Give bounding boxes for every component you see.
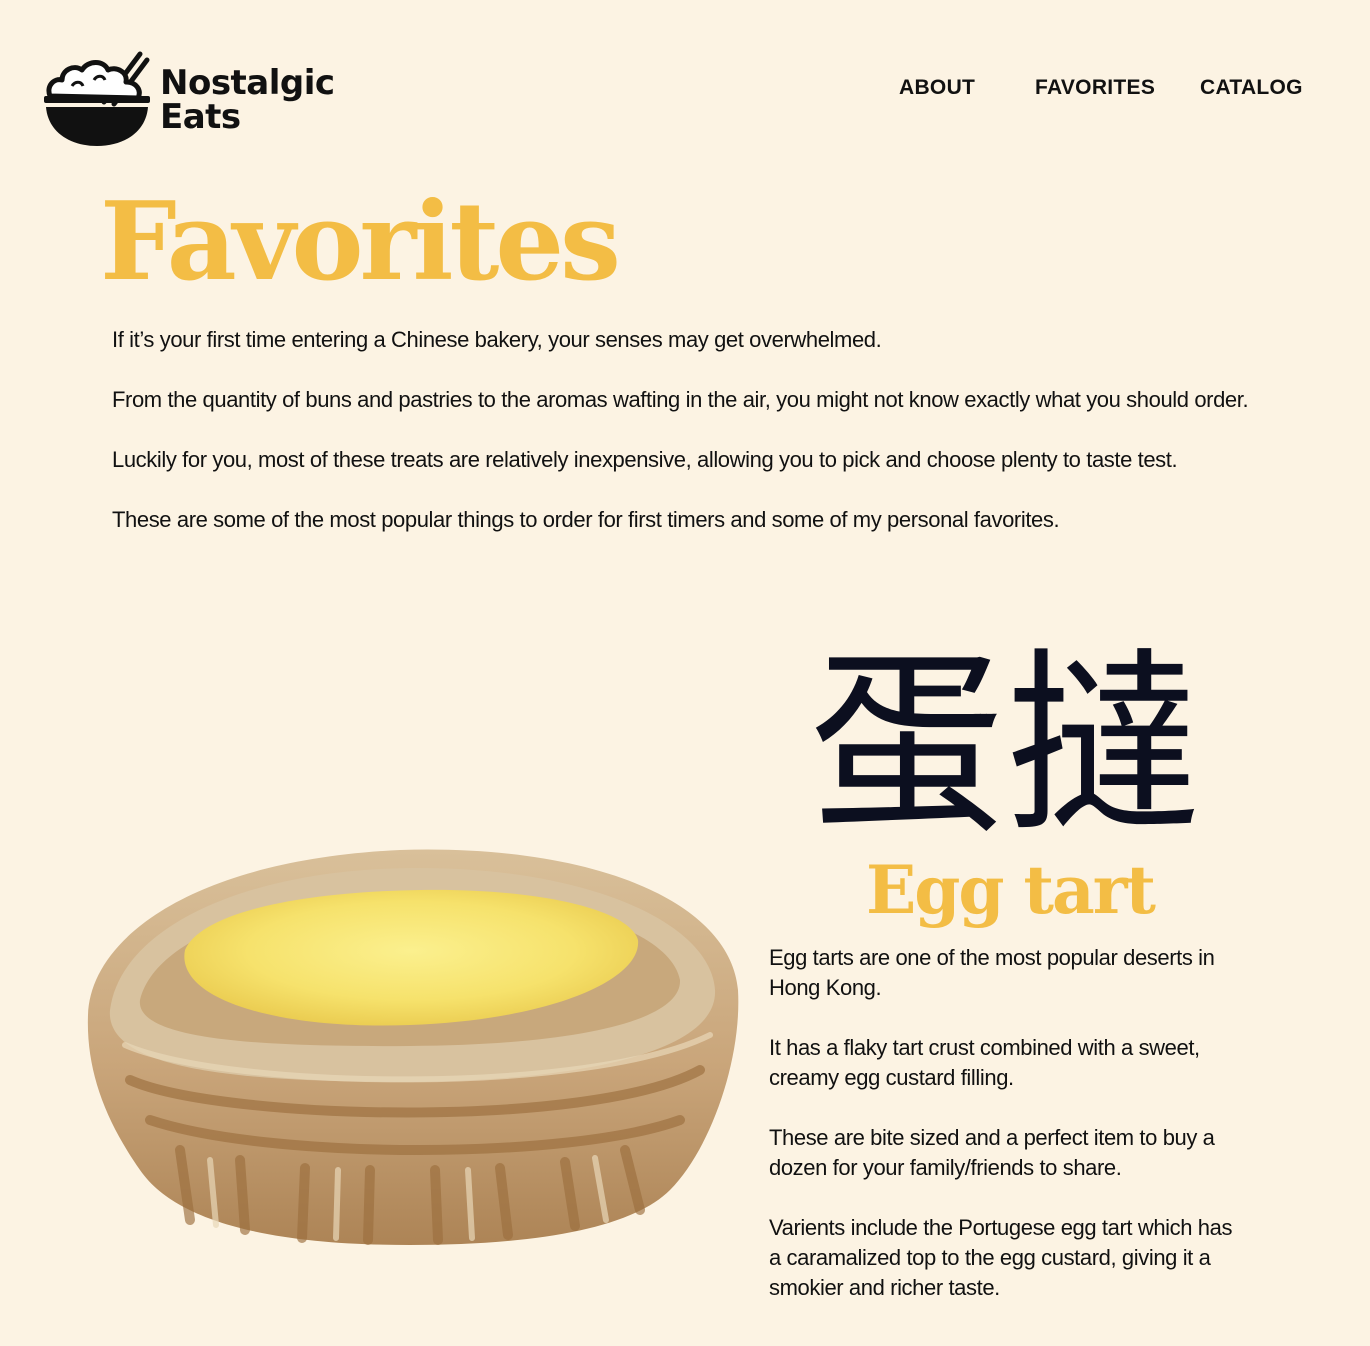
item-description: Egg tarts are one of the most popular de… (769, 943, 1249, 1333)
description-paragraph: It has a flaky tart crust combined with … (769, 1035, 1200, 1090)
nav-catalog-link[interactable]: CATALOG (1200, 76, 1303, 100)
nav-about-link[interactable]: ABOUT (899, 76, 975, 100)
intro-paragraph: If it’s your first time entering a Chine… (112, 327, 882, 352)
intro-paragraph: From the quantity of buns and pastries t… (112, 387, 1249, 412)
intro-paragraph: Luckily for you, most of these treats ar… (112, 447, 1178, 472)
egg-tart-illustration (87, 849, 739, 1245)
description-paragraph: These are bite sized and a perfect item … (769, 1125, 1215, 1180)
page-title: Favorites (100, 179, 621, 305)
intro-paragraph: These are some of the most popular thing… (112, 507, 1060, 532)
intro-section: If it’s your first time entering a Chine… (112, 325, 1252, 565)
description-paragraph: Egg tarts are one of the most popular de… (769, 945, 1215, 1000)
chinese-name: 蛋撻 (808, 632, 1201, 860)
description-paragraph: Varients include the Portugese egg tart … (769, 1215, 1233, 1300)
english-name: Egg tart (865, 851, 1156, 929)
nav-favorites-link[interactable]: FAVORITES (1035, 76, 1155, 100)
main-nav: ABOUT FAVORITES CATALOG (0, 76, 1370, 106)
